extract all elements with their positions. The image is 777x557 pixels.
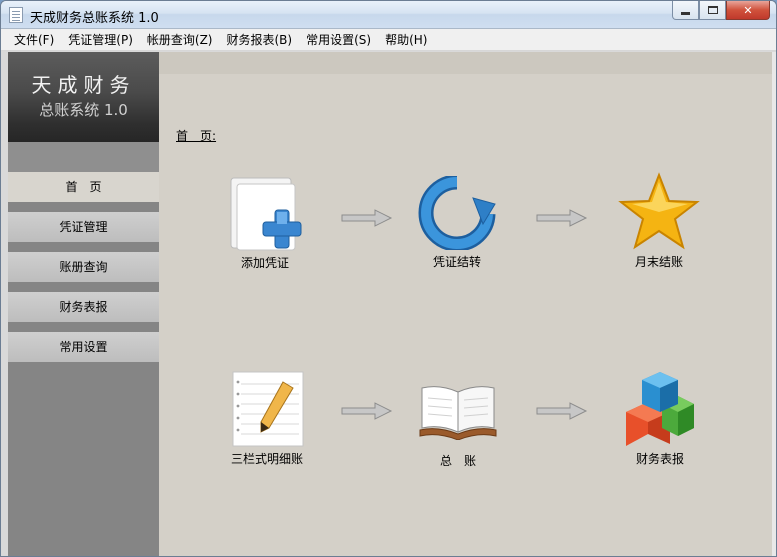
- sidebar-item-ledger[interactable]: 账册查询: [8, 252, 159, 282]
- sidebar-item-settings[interactable]: 常用设置: [8, 332, 159, 362]
- financial-reports-tile[interactable]: 财务表报: [620, 370, 700, 466]
- menu-voucher[interactable]: 凭证管理(P): [61, 30, 140, 50]
- month-end-close-label: 月末结账: [634, 255, 684, 269]
- logo-subtitle: 总账系统 1.0: [39, 101, 128, 119]
- window-right-edge: [772, 52, 776, 556]
- minimize-button[interactable]: [672, 1, 699, 20]
- maximize-button[interactable]: [699, 1, 726, 20]
- month-end-close-tile[interactable]: 月末结账: [618, 172, 700, 269]
- window-title: 天成财务总账系统 1.0: [30, 11, 159, 26]
- sidebar-item-reports[interactable]: 财务表报: [8, 292, 159, 322]
- menu-reports[interactable]: 财务报表(B): [219, 30, 299, 50]
- menu-ledger-query[interactable]: 帐册查询(Z): [140, 30, 220, 50]
- logo-title: 天成财务: [31, 73, 136, 97]
- three-column-ledger-label: 三栏式明细账: [230, 452, 304, 466]
- app-icon: [9, 7, 23, 23]
- sidebar-item-voucher[interactable]: 凭证管理: [8, 212, 159, 242]
- menu-help[interactable]: 帮助(H): [378, 30, 434, 50]
- logo: 天成财务 总账系统 1.0: [8, 52, 159, 142]
- app-window: 天成财务总账系统 1.0 ✕ 文件(F) 凭证管理(P) 帐册查询(Z) 财务报…: [0, 0, 777, 557]
- add-document-icon: [230, 177, 302, 251]
- sidebar-item-home[interactable]: 首 页: [8, 172, 159, 202]
- open-book-icon: [419, 386, 497, 441]
- notepad-pencil-icon: [232, 371, 304, 447]
- close-icon: ✕: [743, 3, 753, 17]
- window-controls: ✕: [672, 1, 770, 21]
- add-voucher-tile[interactable]: 添加凭证: [225, 174, 305, 270]
- star-icon: [618, 172, 700, 250]
- menu-file[interactable]: 文件(F): [7, 30, 61, 50]
- menu-settings[interactable]: 常用设置(S): [299, 30, 378, 50]
- add-voucher-label: 添加凭证: [240, 256, 290, 270]
- content-header-strip: [159, 52, 776, 74]
- general-ledger-tile[interactable]: 总 账: [418, 382, 498, 468]
- close-button[interactable]: ✕: [726, 1, 770, 20]
- maximize-icon: [707, 6, 718, 14]
- arrow-right-icon: [341, 402, 393, 420]
- general-ledger-label: 总 账: [439, 454, 477, 468]
- three-column-ledger-tile[interactable]: 三栏式明细账: [227, 370, 307, 466]
- refresh-arrow-icon: [418, 174, 496, 252]
- voucher-carryover-label: 凭证结转: [432, 255, 482, 269]
- sidebar: 天成财务 总账系统 1.0 首 页 凭证管理 账册查询 财务表报 常用设置: [8, 52, 159, 556]
- voucher-carryover-tile[interactable]: 凭证结转: [417, 174, 497, 269]
- arrow-right-icon: [536, 402, 588, 420]
- page-title: 首 页:: [176, 129, 217, 143]
- title-bar[interactable]: 天成财务总账系统 1.0 ✕: [1, 1, 776, 29]
- arrow-right-icon: [536, 209, 588, 227]
- arrow-right-icon: [341, 209, 393, 227]
- colored-cubes-icon: [626, 372, 694, 446]
- main-content: 首 页: 添加凭证 凭证结转 月末结账 三栏式明细账 总 账 财务表报: [159, 52, 776, 556]
- sidebar-spacer: [8, 142, 159, 172]
- menu-bar: 文件(F) 凭证管理(P) 帐册查询(Z) 财务报表(B) 常用设置(S) 帮助…: [1, 29, 776, 51]
- minimize-icon: [681, 11, 690, 15]
- financial-reports-label: 财务表报: [635, 452, 685, 466]
